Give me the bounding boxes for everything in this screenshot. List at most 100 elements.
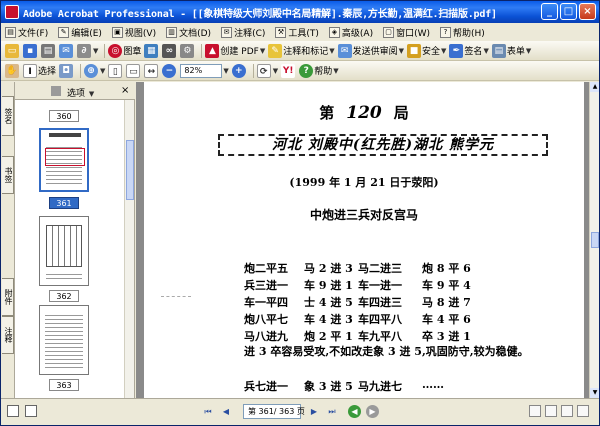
fit-page-button[interactable]: ▭ (126, 63, 141, 79)
previous-view-button[interactable]: ◀ (348, 405, 361, 418)
panel-close-icon[interactable]: × (121, 85, 129, 96)
page-layout-icon[interactable] (7, 405, 19, 417)
tab-attachments[interactable]: 附件 (2, 278, 14, 316)
document-scroll-thumb[interactable] (591, 232, 599, 248)
zoom-in-icon: + (231, 63, 246, 78)
document-view[interactable]: 第 120 局 河北 刘殿中(红先胜)湖北 熊学元 (1999 年 1 月 21 日… (136, 82, 589, 398)
tab-bookmarks[interactable]: 书签 (2, 156, 14, 194)
game-heading: 第 120 局 (319, 103, 409, 123)
fit-width-button[interactable]: ↔ (144, 63, 159, 79)
pages-panel-header: 选项 ▼ × (15, 82, 135, 100)
view-icon: ▣ (111, 26, 123, 38)
continuous-icon[interactable] (545, 405, 557, 417)
move-row: 炮八平七车 4 进 3 车四平八车 4 平 6 (244, 313, 471, 326)
select-tool-button[interactable]: I 选择 (23, 63, 56, 79)
send-review-button[interactable]: ✉ 发送供审阅 ▼ (337, 43, 404, 59)
page-navigation: ⏮ ◀ 第 361/ 363 页 ▶ ⏭ ◀ ▶ (201, 404, 379, 419)
zoom-out-button[interactable]: − (162, 63, 177, 79)
tab-comments[interactable]: 注释 (2, 316, 14, 354)
create-pdf-button[interactable]: ▲ 创建 PDF ▼ (205, 43, 265, 59)
facing-icon[interactable] (561, 405, 573, 417)
help-button[interactable]: ? 帮助 ▼ (299, 63, 339, 79)
title-bar: Adobe Acrobat Professional - [[象棋特级大师刘殿中… (1, 1, 599, 23)
thumbnail-label-363[interactable]: 363 (49, 379, 79, 391)
rotate-button[interactable]: ⟳ ▼ (256, 63, 278, 79)
thumbnail-page-361[interactable] (39, 128, 89, 192)
game-date: (1999 年 1 月 21 日于荥阳) (289, 176, 439, 189)
text-cursor-icon: I (23, 63, 37, 78)
previous-page-button[interactable]: ◀ (219, 405, 233, 419)
document-scrollbar[interactable]: ▲ ▼ (589, 82, 599, 398)
zoom-tool-button[interactable]: ⊕ ▼ (84, 63, 105, 79)
print-button[interactable]: ▤ (41, 43, 56, 59)
next-view-button[interactable]: ▶ (366, 405, 379, 418)
window-icon: ▢ (383, 26, 395, 38)
gear-icon: ⚙ (180, 43, 195, 58)
sign-button[interactable]: ✒ 签名 ▼ (449, 43, 489, 59)
menu-view[interactable]: ▣ 视图(V) (111, 26, 156, 39)
organizer-button[interactable]: ▦ (144, 43, 159, 59)
last-page-button[interactable]: ⏭ (325, 405, 339, 419)
navigation-toolbar: ✋ I 选择 ◘ ⊕ ▼ ▯ ▭ ↔ − 82% ▼ + ⟳ ▼ Y! ? 帮助 ▼ (1, 61, 599, 81)
email-button[interactable]: ✉ (59, 43, 74, 59)
thumbnail-label-360[interactable]: 360 (49, 110, 79, 122)
comment-markup-button[interactable]: ✎ 注释和标记 ▼ (268, 43, 335, 59)
menu-window[interactable]: ▢ 窗口(W) (383, 26, 430, 39)
menu-tools[interactable]: ⚒ 工具(T) (275, 26, 319, 39)
acrobat-app-icon[interactable] (5, 5, 19, 19)
zoom-input[interactable]: 82% (180, 63, 223, 78)
zoom-in-button[interactable]: + (231, 63, 247, 79)
minimize-button[interactable]: _ (541, 3, 558, 20)
scroll-down-icon[interactable]: ▼ (590, 388, 599, 398)
menu-document[interactable]: ▥ 文档(D) (166, 26, 211, 39)
next-page-button[interactable]: ▶ (307, 405, 321, 419)
first-page-button[interactable]: ⏮ (201, 405, 215, 419)
open-button[interactable]: ▭ (5, 43, 20, 59)
email-icon: ✉ (59, 43, 73, 58)
zoom-dropdown-icon[interactable]: ▼ (223, 67, 228, 75)
hand-icon: ✋ (5, 63, 19, 78)
pages-panel-scroll-thumb[interactable] (126, 140, 134, 200)
document-status-icon[interactable] (25, 405, 37, 417)
thumbnail-label-362[interactable]: 362 (49, 290, 79, 302)
file-toolbar: ▭ ▪ ▤ ✉ ∂ ▼ ◎ 图章 ▦ ∞ ⚙ ▲ 创建 PDF ▼ ✎ 注释和标记 ▼ ✉ 发… (1, 41, 599, 61)
comment-icon: ✉ (221, 26, 233, 38)
create-pdf-icon: ▲ (205, 43, 220, 58)
page-number-field[interactable]: 第 361/ 363 页 (243, 404, 305, 419)
stamp-button[interactable]: ◎ 图章 (108, 43, 141, 59)
folder-open-icon: ▭ (5, 43, 19, 58)
single-page-icon[interactable] (529, 405, 541, 417)
snapshot-button[interactable]: ◘ (59, 63, 74, 79)
zoom-out-icon: − (162, 63, 177, 78)
find-button[interactable]: ∞ (162, 43, 177, 59)
security-settings-button[interactable]: ⚙ (180, 43, 195, 59)
magnifier-icon: ⊕ (84, 63, 99, 78)
menu-advanced[interactable]: ◈ 高级(A) (328, 26, 373, 39)
thumbnail-label-361[interactable]: 361 (49, 197, 79, 209)
continuous-facing-icon[interactable] (577, 405, 589, 417)
move-row: 车一平四士 4 进 5 车四进三马 8 进 7 (244, 296, 471, 309)
players-banner: 河北 刘殿中(红先胜)湖北 熊学元 (218, 134, 548, 156)
thumbnail-page-362[interactable] (39, 216, 89, 286)
close-button[interactable]: × (579, 3, 596, 20)
save-button[interactable]: ▪ (23, 43, 38, 59)
yahoo-button[interactable]: Y! (281, 63, 296, 79)
document-icon: ▥ (166, 26, 178, 38)
tab-signatures[interactable]: 签名 (2, 96, 14, 136)
menu-edit[interactable]: ✎ 编辑(E) (58, 26, 102, 39)
scroll-up-icon[interactable]: ▲ (590, 82, 599, 92)
thumbnail-page-363[interactable] (39, 305, 89, 375)
security-button[interactable]: ■ 安全 ▼ (407, 43, 446, 59)
attach-button[interactable]: ∂ ▼ (77, 43, 98, 59)
forms-button[interactable]: ▤ 表单 ▼ (491, 43, 531, 59)
hand-tool-button[interactable]: ✋ (5, 63, 20, 79)
pages-panel-scrollbar[interactable] (124, 100, 134, 398)
maximize-button[interactable]: □ (560, 3, 577, 20)
menu-file[interactable]: ▤ 文件(F) (5, 26, 48, 39)
menu-help[interactable]: ? 帮助(H) (440, 26, 485, 39)
options-menu[interactable]: 选项 ▼ (67, 86, 94, 99)
menu-comment[interactable]: ✉ 注释(C) (221, 26, 265, 39)
actual-size-button[interactable]: ▯ (108, 63, 123, 79)
commentary-text: 进 3 卒容易受攻,不如改走象 3 进 5,巩固防守,较为稳健。 (244, 345, 529, 358)
trash-icon[interactable] (51, 86, 61, 96)
